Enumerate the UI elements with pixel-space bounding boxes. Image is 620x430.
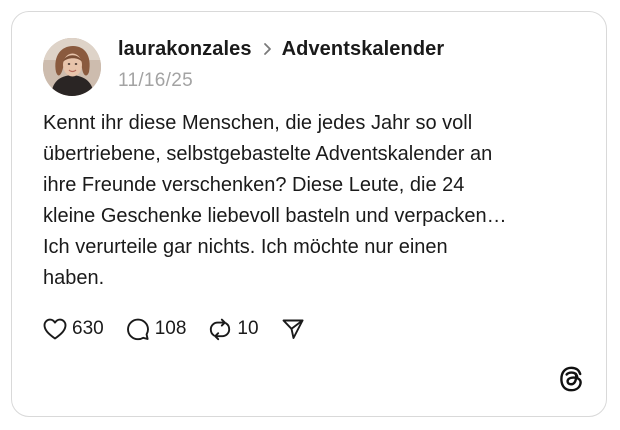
repost-icon bbox=[208, 317, 232, 341]
speech-bubble-icon bbox=[126, 317, 150, 341]
avatar[interactable] bbox=[43, 38, 101, 96]
username-link[interactable]: laurakonzales bbox=[118, 38, 252, 61]
like-button[interactable]: 630 bbox=[43, 318, 104, 340]
post-header: laurakonzales Adventskalender bbox=[118, 34, 444, 64]
post-text: Kennt ihr diese Menschen, die jedes Jahr… bbox=[43, 112, 507, 289]
avatar-photo bbox=[43, 38, 101, 96]
repost-count: 10 bbox=[237, 318, 259, 339]
like-count: 630 bbox=[72, 318, 104, 339]
reply-button[interactable]: 108 bbox=[126, 317, 187, 341]
reply-count: 108 bbox=[154, 318, 187, 339]
action-bar: 630 108 10 bbox=[43, 314, 327, 344]
topic-link[interactable]: Adventskalender bbox=[282, 38, 445, 61]
send-icon bbox=[281, 317, 305, 341]
post-card: laurakonzales Adventskalender 11/16/25 K… bbox=[11, 11, 607, 417]
repost-button[interactable]: 10 bbox=[208, 317, 259, 341]
chevron-right-icon bbox=[263, 42, 272, 56]
share-button[interactable] bbox=[281, 317, 305, 341]
post-date: 11/16/25 bbox=[118, 70, 193, 91]
heart-icon bbox=[43, 318, 67, 340]
threads-logo-icon[interactable] bbox=[559, 366, 583, 392]
